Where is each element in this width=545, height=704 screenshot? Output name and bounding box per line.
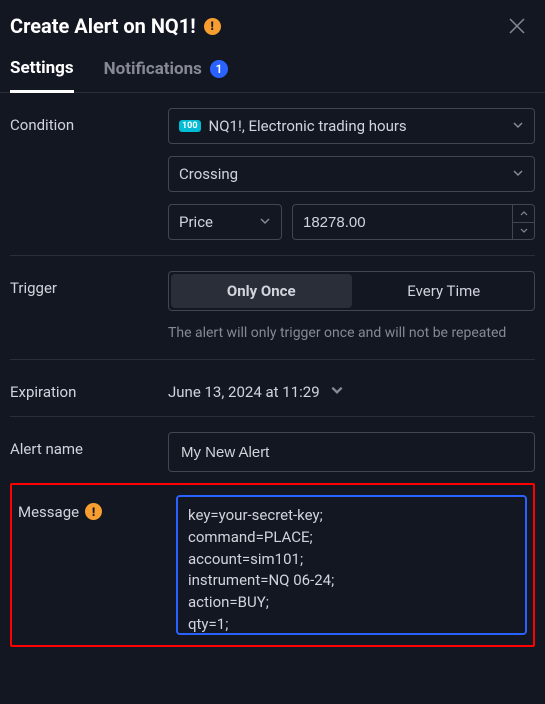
alert-name-label: Alert name	[10, 432, 168, 472]
divider	[10, 255, 535, 256]
price-source-select[interactable]: Price	[168, 204, 282, 240]
trigger-only-once[interactable]: Only Once	[171, 274, 352, 308]
chevron-down-icon	[330, 383, 344, 401]
warning-icon: !	[85, 503, 102, 520]
tab-bar: Settings Notifications 1	[0, 48, 545, 93]
trigger-every-time[interactable]: Every Time	[354, 272, 535, 310]
divider	[10, 416, 535, 417]
warning-icon: !	[204, 18, 221, 35]
condition-symbol-select[interactable]: 100 NQ1!, Electronic trading hours	[168, 108, 535, 144]
trigger-hint: The alert will only trigger once and wil…	[168, 323, 535, 344]
chevron-down-icon	[512, 117, 524, 135]
message-highlight: Message !	[10, 483, 535, 647]
expiration-value[interactable]: June 13, 2024 at 11:29	[168, 375, 535, 401]
expiration-label: Expiration	[10, 375, 168, 401]
price-value-input[interactable]	[293, 205, 512, 239]
condition-type-text: Crossing	[179, 165, 238, 183]
message-label: Message !	[18, 495, 176, 635]
chevron-up-icon	[520, 211, 528, 216]
symbol-text: NQ1!, Electronic trading hours	[209, 117, 407, 135]
dialog-title: Create Alert on NQ1! !	[10, 14, 221, 38]
alert-name-input[interactable]	[168, 432, 535, 472]
trigger-label: Trigger	[10, 271, 168, 344]
tab-label: Notifications	[104, 59, 202, 79]
price-step-down[interactable]	[513, 223, 534, 240]
expiration-text: June 13, 2024 at 11:29	[168, 383, 320, 401]
chevron-down-icon	[259, 213, 271, 231]
title-text: Create Alert on NQ1!	[10, 14, 196, 38]
message-label-text: Message	[18, 503, 79, 521]
trigger-toggle: Only Once Every Time	[168, 271, 535, 311]
tab-label: Settings	[10, 58, 74, 78]
message-textarea[interactable]	[176, 495, 527, 635]
notification-count-badge: 1	[210, 60, 228, 78]
condition-label: Condition	[10, 108, 168, 240]
close-icon	[508, 17, 526, 35]
close-button[interactable]	[505, 14, 529, 38]
tab-settings[interactable]: Settings	[10, 58, 74, 93]
condition-type-select[interactable]: Crossing	[168, 156, 535, 192]
divider	[10, 359, 535, 360]
price-value-input-wrapper	[292, 204, 535, 240]
symbol-badge-icon: 100	[179, 120, 201, 132]
chevron-down-icon	[520, 228, 528, 233]
chevron-down-icon	[512, 165, 524, 183]
price-source-text: Price	[179, 213, 213, 231]
tab-notifications[interactable]: Notifications 1	[104, 58, 228, 92]
price-step-up[interactable]	[513, 205, 534, 223]
